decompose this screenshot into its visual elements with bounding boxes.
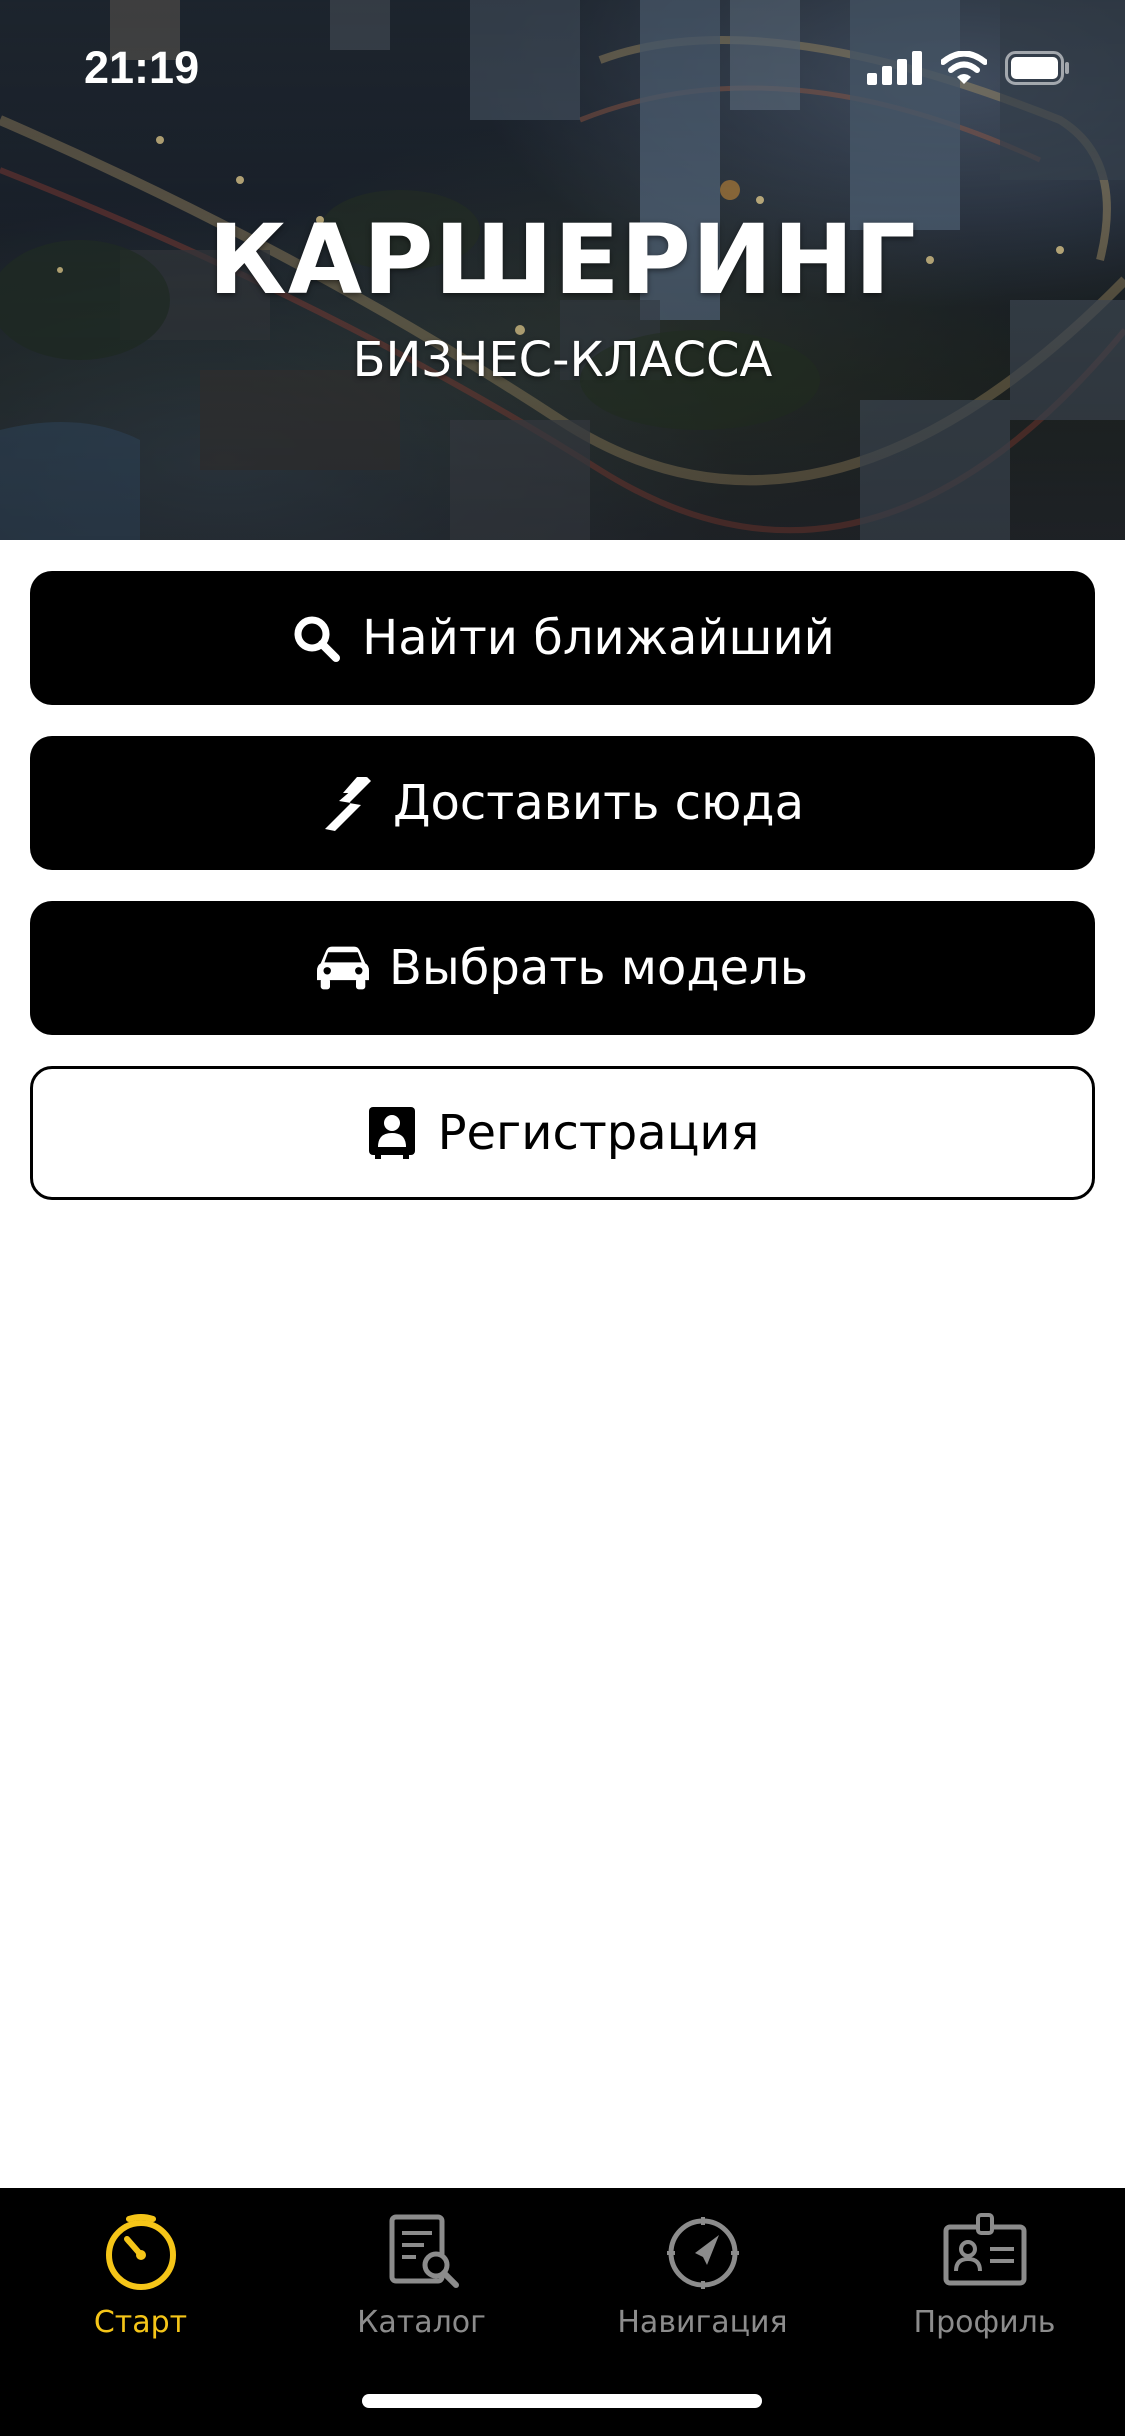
hero-title: КАРШЕРИНГ <box>208 204 917 316</box>
car-icon <box>316 942 369 994</box>
registration-label: Регистрация <box>437 1105 760 1161</box>
status-time: 21:19 <box>84 42 200 93</box>
wifi-icon <box>941 51 987 84</box>
status-icons <box>867 48 1071 88</box>
lightning-icon <box>321 777 373 831</box>
search-icon <box>290 612 342 664</box>
hero-subtitle: БИЗНЕС-КЛАССА <box>352 332 773 388</box>
choose-model-button[interactable]: Выбрать модель <box>30 901 1095 1035</box>
find-nearest-button[interactable]: Найти ближайший <box>30 571 1095 705</box>
tab-catalog-label: Каталог <box>357 2305 486 2340</box>
tab-start[interactable]: Старт <box>0 2206 281 2356</box>
tab-start-label: Старт <box>93 2305 188 2340</box>
compass-icon <box>658 2206 748 2296</box>
catalog-search-icon <box>377 2206 467 2296</box>
choose-model-label: Выбрать модель <box>388 940 809 996</box>
battery-icon <box>1005 51 1069 85</box>
id-badge-icon <box>366 1107 418 1159</box>
cellular-signal-icon <box>867 51 922 85</box>
deliver-here-button[interactable]: Доставить сюда <box>30 736 1095 870</box>
tab-catalog[interactable]: Каталог <box>281 2206 562 2356</box>
tab-navigation-label: Навигация <box>617 2305 788 2340</box>
find-nearest-label: Найти ближайший <box>362 610 835 666</box>
registration-button[interactable]: Регистрация <box>30 1066 1095 1200</box>
home-indicator <box>362 2394 762 2408</box>
action-buttons: Найти ближайший Доставить сюда Выбрать м… <box>30 571 1095 1231</box>
tab-profile[interactable]: Профиль <box>844 2206 1125 2356</box>
deliver-here-label: Доставить сюда <box>392 775 805 831</box>
tab-profile-label: Профиль <box>913 2305 1056 2340</box>
stopwatch-icon <box>96 2206 186 2296</box>
profile-card-icon <box>940 2206 1030 2296</box>
tab-navigation[interactable]: Навигация <box>562 2206 843 2356</box>
